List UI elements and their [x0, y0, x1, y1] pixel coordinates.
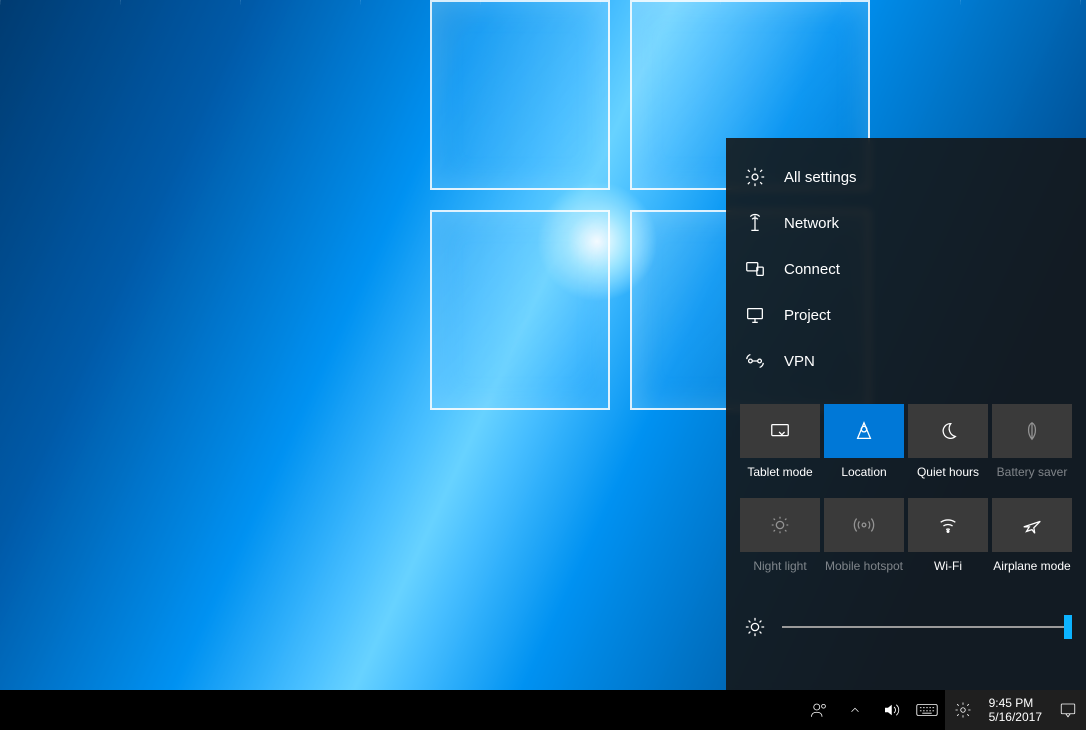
tile-label: Airplane mode	[993, 560, 1070, 588]
tablet-mode-icon	[769, 420, 791, 442]
menu-item-all-settings[interactable]: All settings	[740, 156, 1072, 198]
tile-battery-saver[interactable]: Battery saver	[992, 404, 1072, 494]
menu-label: Connect	[784, 261, 840, 278]
menu-label: Project	[784, 307, 831, 324]
wifi-icon	[937, 514, 959, 536]
menu-item-vpn[interactable]: VPN	[740, 340, 1072, 382]
tile-label: Quiet hours	[917, 466, 979, 494]
tile-label: Location	[841, 466, 886, 494]
tile-quiet-hours[interactable]: Quiet hours	[908, 404, 988, 494]
vpn-lock-icon	[744, 350, 766, 372]
tile-label: Battery saver	[997, 466, 1068, 494]
sun-icon	[769, 514, 791, 536]
tile-location[interactable]: Location	[824, 404, 904, 494]
menu-label: Network	[784, 215, 839, 232]
action-center-panel: All settings Network Connect Project VPN	[726, 138, 1086, 690]
tile-mobile-hotspot[interactable]: Mobile hotspot	[824, 498, 904, 588]
menu-item-network[interactable]: Network	[740, 202, 1072, 244]
tray-action-center-toggle[interactable]	[1050, 690, 1086, 730]
tile-label: Tablet mode	[747, 466, 812, 494]
project-screen-icon	[744, 304, 766, 326]
tray-people[interactable]	[801, 690, 837, 730]
brightness-icon	[744, 616, 766, 638]
menu-label: VPN	[784, 353, 815, 370]
tile-wifi[interactable]: Wi-Fi	[908, 498, 988, 588]
network-tower-icon	[744, 212, 766, 234]
brightness-control	[740, 616, 1072, 646]
leaf-icon	[1021, 420, 1043, 442]
taskbar: 9:45 PM 5/16/2017	[0, 690, 1086, 730]
tray-input-keyboard[interactable]	[909, 690, 945, 730]
tile-label: Wi-Fi	[934, 560, 962, 588]
tray-volume[interactable]	[873, 690, 909, 730]
quick-action-tiles: Tablet mode Location Quiet hours Battery…	[740, 404, 1072, 588]
tray-show-hidden-icons[interactable]	[837, 690, 873, 730]
tile-label: Night light	[753, 560, 806, 588]
clock-time: 9:45 PM	[989, 696, 1034, 710]
menu-label: All settings	[784, 169, 857, 186]
tile-airplane-mode[interactable]: Airplane mode	[992, 498, 1072, 588]
tile-tablet-mode[interactable]: Tablet mode	[740, 404, 820, 494]
airplane-icon	[1021, 514, 1043, 536]
brightness-slider[interactable]	[782, 626, 1068, 628]
location-icon	[853, 420, 875, 442]
system-tray: 9:45 PM 5/16/2017	[801, 690, 1086, 730]
action-center-quick-links: All settings Network Connect Project VPN	[740, 156, 1072, 382]
brightness-slider-thumb[interactable]	[1064, 615, 1072, 639]
tile-night-light[interactable]: Night light	[740, 498, 820, 588]
menu-item-project[interactable]: Project	[740, 294, 1072, 336]
tile-label: Mobile hotspot	[825, 560, 903, 588]
tray-clock[interactable]: 9:45 PM 5/16/2017	[981, 690, 1050, 730]
gear-icon	[744, 166, 766, 188]
connect-devices-icon	[744, 258, 766, 280]
moon-icon	[937, 420, 959, 442]
clock-date: 5/16/2017	[989, 710, 1042, 724]
tray-settings[interactable]	[945, 690, 981, 730]
menu-item-connect[interactable]: Connect	[740, 248, 1072, 290]
hotspot-icon	[853, 514, 875, 536]
